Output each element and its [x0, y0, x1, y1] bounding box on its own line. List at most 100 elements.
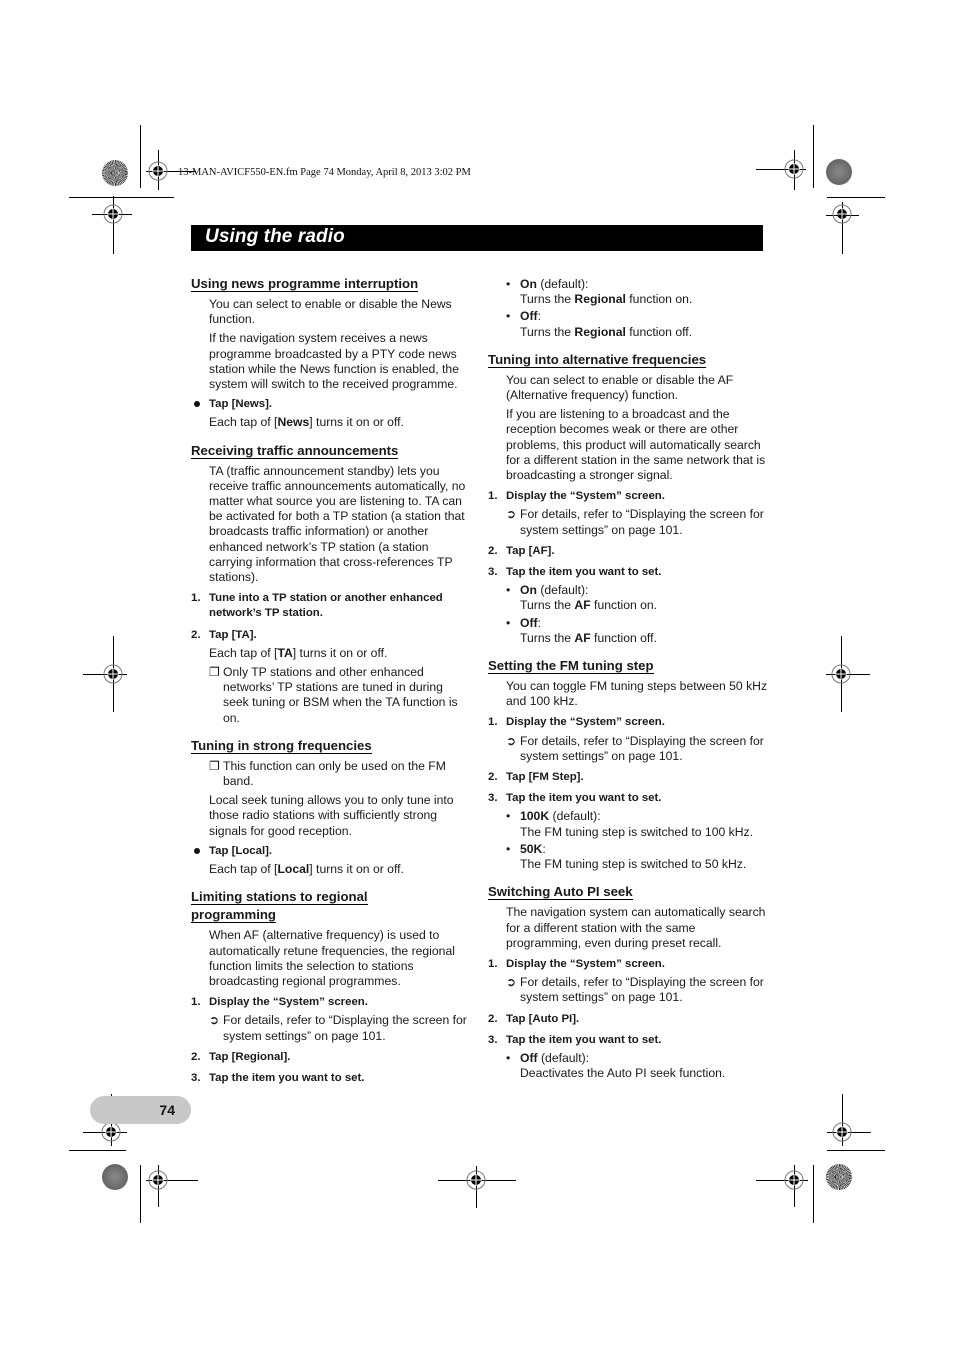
option-item: • Off: Turns the Regional function off. — [506, 309, 693, 339]
note-checkbox-icon: ❐ — [209, 758, 220, 773]
crop-mark — [69, 197, 174, 198]
registration-target-icon — [831, 664, 851, 684]
option-item: • 100K (default): The FM tuning step is sw… — [506, 809, 754, 839]
color-bar-disc-icon — [102, 1164, 128, 1190]
chapter-title: Using the radio — [205, 226, 345, 247]
paragraph: If the navigation system receives a news… — [209, 331, 459, 392]
numbered-step: 2. Tap [AF]. — [488, 544, 555, 557]
bullet-icon: • — [506, 277, 511, 291]
registration-target-icon — [148, 1170, 168, 1190]
paragraph: You can select to enable or disable the … — [506, 372, 734, 403]
numbered-step: 2. Tap [Regional]. — [191, 1050, 291, 1063]
left-column: Using news programme interruption You ca… — [191, 275, 471, 1097]
note: ❐ This function can only be used on the F… — [209, 758, 446, 789]
section-heading: Setting the FM tuning step — [488, 658, 654, 675]
bullet-icon — [194, 401, 200, 408]
option-item: • On (default): Turns the Regional functio… — [506, 277, 693, 307]
crop-mark — [827, 197, 885, 198]
option-item: • Off (default): Deactivates the Auto PI s… — [506, 1050, 726, 1081]
crop-mark — [813, 125, 814, 188]
crop-mark — [140, 125, 141, 188]
numbered-step: 1. Display the “System” screen. — [488, 957, 665, 970]
paragraph: If you are listening to a broadcast and … — [506, 407, 766, 483]
numbered-step: 3. Tap the item you want to set. — [488, 1033, 662, 1046]
section-fm-step: Setting the FM tuning step You can toggl… — [488, 657, 768, 872]
paragraph: Local seek tuning allows you to only tun… — [209, 793, 454, 838]
registration-target-icon — [466, 1170, 486, 1190]
section-news: Using news programme interruption You ca… — [191, 275, 471, 431]
paragraph: You can select to enable or disable the … — [209, 297, 452, 327]
section-heading: Receiving traffic announcements — [191, 442, 399, 459]
bullet-icon: • — [506, 583, 511, 598]
note: ❐ Only TP stations and other enhanced net… — [209, 665, 458, 725]
crop-mark — [140, 1165, 141, 1223]
registration-target-icon — [103, 664, 123, 684]
registration-target-icon — [101, 1122, 121, 1142]
registration-target-icon — [784, 159, 804, 179]
numbered-step: 3. Tap the item you want to set. — [191, 1071, 365, 1084]
section-heading: Tuning into alternative frequencies — [488, 351, 707, 368]
bullet-icon: • — [506, 309, 511, 324]
section-heading: Tuning in strong frequencies — [191, 737, 372, 754]
section-alternative-frequencies: Tuning into alternative frequencies You … — [488, 351, 768, 646]
registration-target-icon — [832, 204, 852, 224]
numbered-step: 2. Tap [Auto PI]. — [488, 1012, 580, 1025]
color-bar-disc-icon — [826, 1164, 852, 1190]
chapter-title-bar: Using the radio — [191, 225, 763, 251]
page-number: 74 — [159, 1102, 175, 1118]
section-strong-frequencies: Tuning in strong frequencies ❐ This funct… — [191, 737, 471, 877]
reference-arrow-icon: ➲ — [506, 507, 517, 522]
numbered-step: 1. Tune into a TP station or another enha… — [191, 592, 443, 620]
section-auto-pi: Switching Auto PI seek The navigation sy… — [488, 883, 768, 1081]
result-text: Each tap of [News] turns it on or off. — [209, 415, 404, 430]
section-heading: Limiting stations to regional programmin… — [191, 889, 368, 924]
registration-target-icon — [103, 204, 123, 224]
option-item: • On (default): Turns the AF function on. — [506, 583, 658, 613]
action-step: Tap [News]. — [191, 397, 471, 412]
bullet-icon — [194, 847, 200, 854]
section-regional: Limiting stations to regional programmin… — [191, 888, 471, 1086]
page-number-tab: 74 — [90, 1096, 191, 1124]
numbered-step: 2. Tap [FM Step]. — [488, 771, 584, 784]
section-heading: Using news programme interruption — [191, 276, 419, 292]
option-item: • 50K: The FM tuning step is switched to 5… — [506, 841, 747, 872]
registration-target-icon — [148, 161, 168, 181]
paragraph: TA (traffic announcement standby) lets y… — [209, 463, 466, 585]
color-bar-disc-icon — [826, 159, 852, 185]
regional-options: • On (default): Turns the Regional functio… — [488, 277, 768, 340]
paragraph: When AF (alternative frequency) is used … — [209, 928, 455, 988]
cross-reference: ➲ For details, refer to “Displaying the s… — [506, 975, 764, 1005]
crop-mark — [69, 1150, 126, 1151]
numbered-step: 2. Tap [TA]. — [191, 628, 257, 641]
crop-mark — [827, 1150, 885, 1151]
cross-reference: ➲ For details, refer to “Displaying the s… — [506, 507, 764, 537]
bullet-icon: • — [506, 615, 511, 630]
bullet-icon: • — [506, 841, 511, 856]
note-checkbox-icon: ❐ — [209, 665, 220, 680]
result-text: Each tap of [TA] turns it on or off. — [209, 645, 388, 660]
reference-arrow-icon: ➲ — [209, 1013, 220, 1028]
section-heading: Switching Auto PI seek — [488, 884, 633, 901]
crop-mark — [813, 1165, 814, 1223]
cross-reference: ➲ For details, refer to “Displaying the s… — [209, 1013, 467, 1043]
registration-target-icon — [784, 1170, 804, 1190]
action-step: Tap [Local]. — [191, 844, 471, 859]
paragraph: The navigation system can automatically … — [506, 905, 766, 950]
numbered-step: 3. Tap the item you want to set. — [488, 792, 662, 805]
reference-arrow-icon: ➲ — [506, 733, 517, 748]
color-bar-disc-icon — [102, 160, 128, 186]
registration-target-icon — [832, 1122, 852, 1142]
section-traffic: Receiving traffic announcements TA (traf… — [191, 442, 471, 726]
numbered-step: 1. Display the “System” screen. — [488, 716, 665, 729]
file-header: 13-MAN-AVICF550-EN.fm Page 74 Monday, Ap… — [178, 167, 471, 178]
numbered-step: 1. Display the “System” screen. — [191, 996, 368, 1009]
bullet-icon: • — [506, 1050, 511, 1065]
cross-reference: ➲ For details, refer to “Displaying the s… — [506, 733, 764, 763]
paragraph: You can toggle FM tuning steps between 5… — [506, 679, 768, 709]
numbered-step: 3. Tap the item you want to set. — [488, 566, 662, 579]
bullet-icon: • — [506, 809, 511, 824]
reference-arrow-icon: ➲ — [506, 975, 517, 990]
result-text: Each tap of [Local] turns it on or off. — [209, 862, 404, 877]
numbered-step: 1. Display the “System” screen. — [488, 490, 665, 503]
right-column: • On (default): Turns the Regional functio… — [488, 275, 768, 1092]
